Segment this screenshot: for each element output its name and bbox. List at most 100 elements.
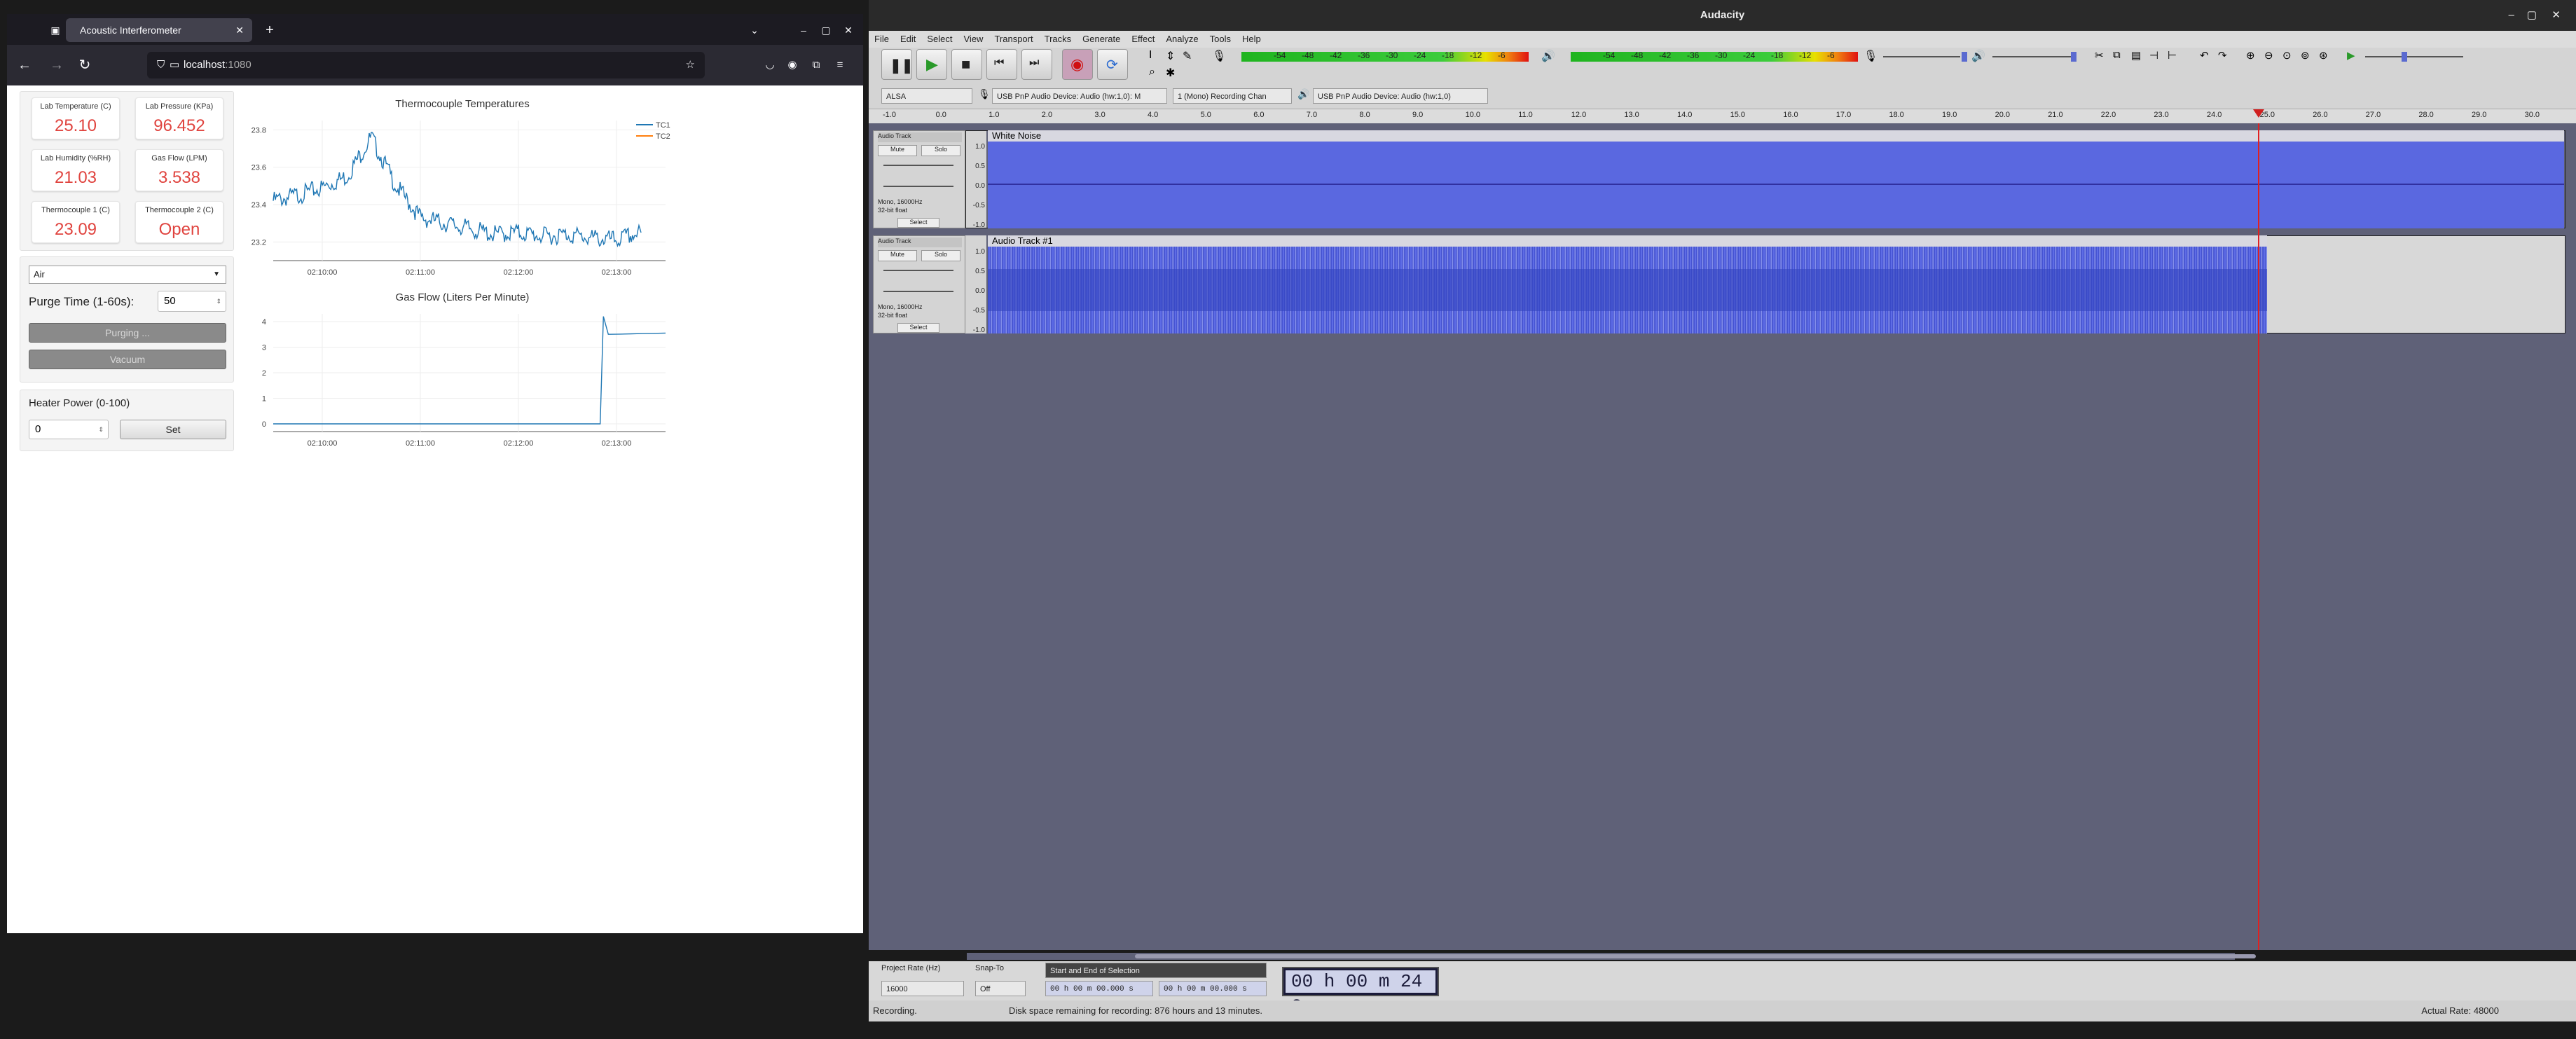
timeline-ruler[interactable]: -1.0 0.0 1.0 2.0 3.0 4.0 5.0 6.0 7.0 8.0 9.0 10.0 11…: [869, 109, 2576, 123]
browser-tab-active[interactable]: Acoustic Interferometer ✕: [66, 18, 252, 42]
heater-power-input[interactable]: 0 ⇕: [29, 420, 109, 439]
window-close-icon[interactable]: ✕: [836, 18, 860, 42]
record-volume-thumb[interactable]: [1962, 52, 1967, 62]
account-icon[interactable]: ◉: [780, 53, 804, 77]
audio-host-select[interactable]: ALSA: [881, 88, 972, 104]
purge-button[interactable]: Purging ...: [29, 323, 226, 343]
zoom-toggle-icon[interactable]: ⊛: [2319, 49, 2328, 62]
pan-slider[interactable]: [883, 291, 953, 292]
spinner-icon[interactable]: ⇕: [98, 420, 104, 439]
record-volume-slider[interactable]: [1883, 56, 1960, 57]
menu-file[interactable]: File: [869, 31, 895, 48]
menu-tracks[interactable]: Tracks: [1039, 31, 1077, 48]
play-speed-slider[interactable]: [2365, 56, 2463, 57]
tab-overflow-icon[interactable]: ⌄: [743, 18, 766, 42]
maximize-icon[interactable]: ▢: [814, 18, 838, 42]
menu-transport[interactable]: Transport: [989, 31, 1038, 48]
menu-select[interactable]: Select: [921, 31, 958, 48]
spinner-icon[interactable]: ⇕: [216, 291, 221, 311]
playback-volume-thumb[interactable]: [2071, 52, 2076, 62]
track-menu[interactable]: Audio Track: [878, 132, 962, 142]
playhead-marker[interactable]: [2253, 109, 2264, 118]
bookmark-star-icon[interactable]: ☆: [686, 52, 695, 78]
multi-tool-icon[interactable]: ✱: [1166, 66, 1175, 80]
play-speed-thumb[interactable]: [2402, 52, 2407, 62]
play-at-speed-icon[interactable]: ▶: [2347, 49, 2355, 62]
snap-to-select[interactable]: Off: [975, 981, 1026, 996]
draw-tool-icon[interactable]: ✎: [1183, 49, 1192, 63]
mute-button[interactable]: Mute: [878, 145, 917, 156]
forward-icon[interactable]: →: [45, 53, 69, 77]
record-button[interactable]: ◉: [1062, 49, 1093, 80]
url-bar[interactable]: ⛉ ▭ localhost:1080 ☆: [147, 52, 705, 78]
menu-icon[interactable]: ≡: [828, 53, 852, 77]
envelope-tool-icon[interactable]: ⇕: [1166, 49, 1175, 63]
fit-selection-icon[interactable]: ⊙: [2282, 49, 2292, 62]
clip-title-white-noise[interactable]: White Noise: [988, 130, 2564, 142]
pause-button[interactable]: ❚❚: [881, 49, 914, 80]
record-meter-icon[interactable]: 🎙: [1212, 49, 1226, 63]
back-icon[interactable]: ←: [13, 53, 36, 77]
minimize-icon[interactable]: –: [792, 18, 815, 42]
undo-icon[interactable]: ↶: [2200, 49, 2209, 62]
close-icon[interactable]: ✕: [2551, 0, 2561, 31]
track-menu[interactable]: Audio Track: [878, 238, 962, 247]
mute-button[interactable]: Mute: [878, 250, 917, 261]
silence-icon[interactable]: ⊢: [2168, 49, 2177, 62]
selection-start-time[interactable]: 00 h 00 m 00.000 s: [1045, 981, 1153, 996]
fit-project-icon[interactable]: ⊚: [2301, 49, 2310, 62]
tab-list-icon[interactable]: ▣: [43, 18, 67, 42]
zoom-out-icon[interactable]: ⊖: [2264, 49, 2273, 62]
copy-icon[interactable]: ⧉: [2113, 49, 2121, 61]
vacuum-button[interactable]: Vacuum: [29, 350, 226, 369]
menu-effect[interactable]: Effect: [1126, 31, 1160, 48]
menu-analyze[interactable]: Analyze: [1160, 31, 1204, 48]
playback-volume-slider[interactable]: [1992, 56, 2076, 57]
menu-view[interactable]: View: [958, 31, 989, 48]
clip-title-audio-track-1[interactable]: Audio Track #1: [988, 235, 2267, 247]
cut-icon[interactable]: ✂: [2095, 49, 2104, 62]
menu-edit[interactable]: Edit: [895, 31, 921, 48]
redo-icon[interactable]: ↷: [2218, 49, 2227, 62]
purge-time-input[interactable]: 50 ⇕: [158, 291, 226, 312]
set-button[interactable]: Set: [120, 420, 226, 439]
zoom-tool-icon[interactable]: ⌕: [1149, 66, 1155, 78]
selection-mode-select[interactable]: Start and End of Selection: [1045, 963, 1267, 978]
zoom-in-icon[interactable]: ⊕: [2246, 49, 2255, 62]
pocket-icon[interactable]: ◡: [758, 53, 782, 77]
scrollbar-thumb[interactable]: [1135, 954, 2256, 958]
selection-end-time[interactable]: 00 h 00 m 00.000 s: [1159, 981, 1267, 996]
gas-select[interactable]: Air ▼: [29, 266, 226, 284]
new-tab-icon[interactable]: +: [258, 18, 282, 42]
extensions-icon[interactable]: ⧉: [804, 53, 828, 77]
loop-button[interactable]: ⟳: [1097, 49, 1128, 80]
skip-start-button[interactable]: ⏮: [986, 49, 1017, 80]
time-toolbar[interactable]: 00 h 00 m 24 s: [1282, 967, 1439, 1014]
pan-slider[interactable]: [883, 186, 953, 187]
solo-button[interactable]: Solo: [921, 145, 960, 156]
horizontal-scrollbar[interactable]: [967, 953, 2256, 960]
paste-icon[interactable]: ▤: [2131, 49, 2141, 62]
trim-icon[interactable]: ⊣: [2149, 49, 2158, 62]
selection-tool-icon[interactable]: I: [1149, 49, 1152, 62]
project-rate-select[interactable]: 16000: [881, 981, 964, 996]
play-button[interactable]: ▶: [916, 49, 947, 80]
gain-slider[interactable]: [883, 270, 953, 271]
recording-channels-select[interactable]: 1 (Mono) Recording Chan: [1173, 88, 1292, 104]
waveform-audio-track-1[interactable]: [988, 247, 2267, 333]
playback-device-select[interactable]: USB PnP Audio Device: Audio (hw:1,0): [1313, 88, 1488, 104]
solo-button[interactable]: Solo: [921, 250, 960, 261]
minimize-icon[interactable]: –: [2509, 0, 2514, 31]
recording-device-select[interactable]: USB PnP Audio Device: Audio (hw:1,0): M: [992, 88, 1167, 104]
waveform-white-noise[interactable]: [988, 142, 2564, 228]
playback-meter-icon[interactable]: 🔊: [1541, 49, 1555, 63]
menu-help[interactable]: Help: [1237, 31, 1267, 48]
select-track-button[interactable]: Select: [897, 323, 939, 333]
close-tab-icon[interactable]: ✕: [235, 18, 244, 42]
reload-icon[interactable]: ↻: [73, 53, 97, 77]
menu-tools[interactable]: Tools: [1204, 31, 1237, 48]
maximize-icon[interactable]: ▢: [2527, 0, 2537, 31]
menu-generate[interactable]: Generate: [1077, 31, 1126, 48]
select-track-button[interactable]: Select: [897, 218, 939, 228]
gain-slider[interactable]: [883, 165, 953, 166]
